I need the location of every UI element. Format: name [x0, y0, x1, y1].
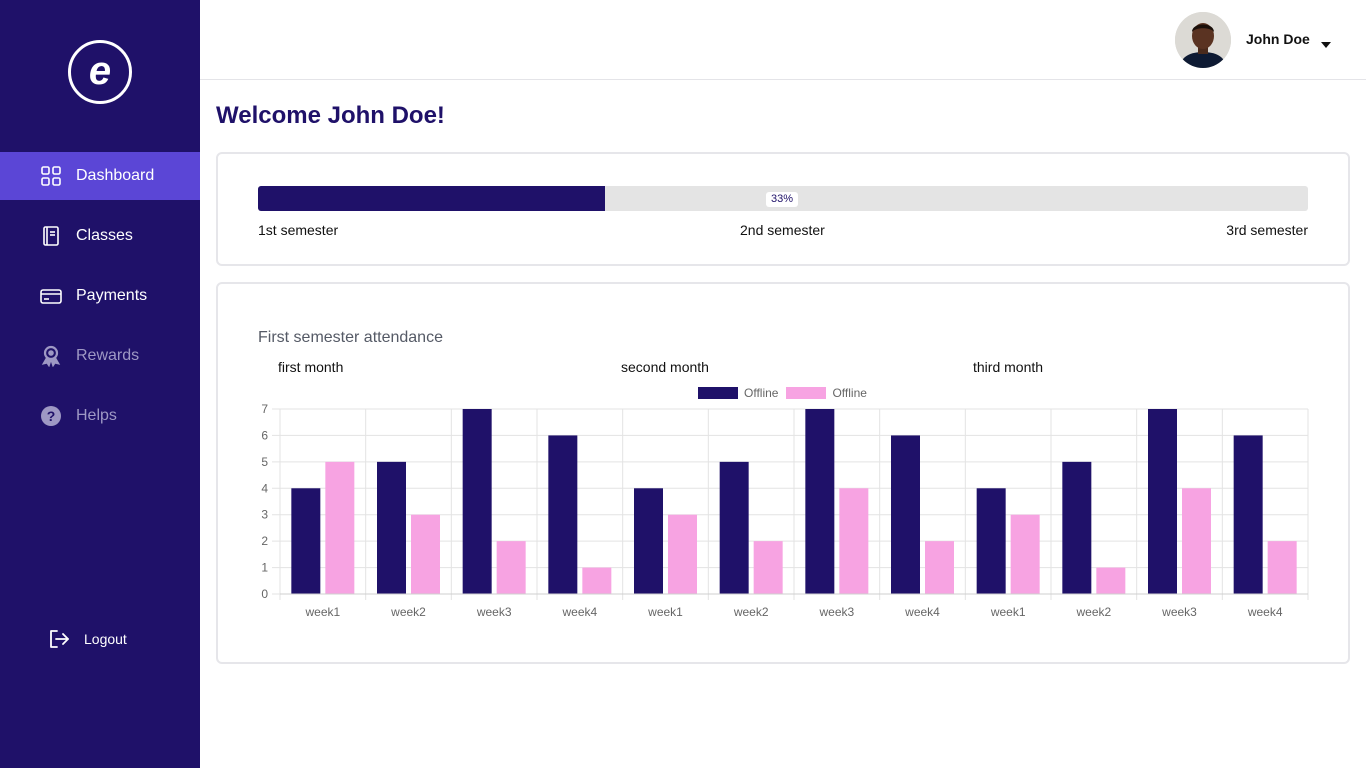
- semester-label-2: 2nd semester: [740, 222, 825, 238]
- logout-label: Logout: [84, 631, 127, 647]
- x-tick-label: week2: [1075, 605, 1111, 619]
- bar-series-2: [1267, 541, 1297, 594]
- sidebar-nav: Dashboard Classes Payments Rewards ? Hel…: [0, 152, 200, 452]
- sidebar-item-dashboard[interactable]: Dashboard: [0, 152, 200, 200]
- sidebar-item-payments[interactable]: Payments: [0, 272, 200, 320]
- y-tick-label: 0: [261, 587, 268, 601]
- sidebar: e Dashboard Classes Payments Rewards ? H…: [0, 0, 200, 768]
- bar-series-1: [976, 488, 1006, 594]
- bar-series-2: [1010, 514, 1040, 594]
- sidebar-item-classes[interactable]: Classes: [0, 212, 200, 260]
- y-tick-label: 4: [261, 481, 268, 495]
- help-icon: ?: [40, 405, 62, 427]
- y-tick-label: 7: [261, 402, 268, 416]
- logo-letter: e: [88, 49, 112, 93]
- bar-series-1: [1062, 461, 1092, 594]
- y-tick-label: 5: [261, 455, 268, 469]
- logout-button[interactable]: Logout: [48, 628, 127, 650]
- logout-icon: [48, 628, 70, 650]
- bar-series-1: [377, 461, 406, 594]
- avatar[interactable]: [1175, 12, 1231, 68]
- x-tick-label: week3: [818, 605, 854, 619]
- y-tick-label: 1: [261, 561, 268, 575]
- bar-series-1: [548, 435, 578, 594]
- bar-series-1: [462, 409, 492, 594]
- bar-series-1: [719, 461, 749, 594]
- bar-series-2: [1182, 488, 1211, 594]
- sidebar-item-label: Rewards: [76, 347, 140, 364]
- y-tick-label: 2: [261, 534, 268, 548]
- card-icon: [40, 285, 62, 307]
- bar-series-2: [496, 541, 526, 594]
- bar-series-1: [891, 435, 920, 594]
- sidebar-item-label: Classes: [76, 227, 133, 244]
- x-tick-label: week4: [561, 605, 597, 619]
- attendance-bar-chart: 0 1 2 3 4 5 6 7 week1 week2 week3 week4 week1 week2 we…: [261, 402, 1309, 619]
- x-tick-label: week3: [1161, 605, 1197, 619]
- bar-series-2: [925, 541, 954, 594]
- semester-label-3: 3rd semester: [1226, 222, 1308, 238]
- page-title: Welcome John Doe!: [216, 102, 445, 129]
- bar-series-1: [634, 488, 663, 594]
- bar-series-1: [1148, 409, 1177, 594]
- x-tick-label: week1: [647, 605, 683, 619]
- app-logo[interactable]: e: [68, 40, 132, 104]
- bar-series-2: [325, 461, 355, 594]
- x-tick-label: week1: [990, 605, 1026, 619]
- x-tick-label: week2: [733, 605, 769, 619]
- sidebar-item-label: Payments: [76, 287, 148, 304]
- x-tick-label: week3: [476, 605, 512, 619]
- app-root: e Dashboard Classes Payments Rewards ? H…: [0, 0, 1366, 768]
- sidebar-item-rewards[interactable]: Rewards: [0, 332, 200, 380]
- x-tick-label: week1: [304, 605, 340, 619]
- sidebar-item-helps[interactable]: ? Helps: [0, 392, 200, 440]
- bar-series-2: [839, 488, 869, 594]
- semester-label-1: 1st semester: [258, 222, 339, 238]
- svg-text:?: ?: [47, 408, 56, 424]
- y-tick-label: 6: [261, 428, 268, 442]
- semester-progress-card: 33% 1st semester 2nd semester 3rd semest…: [216, 152, 1350, 266]
- bar-series-2: [582, 567, 612, 594]
- x-tick-label: week4: [1247, 605, 1283, 619]
- bar-series-2: [411, 514, 440, 594]
- award-icon: [40, 345, 62, 367]
- attendance-chart-card: First semester attendance first month se…: [216, 282, 1350, 664]
- bar-series-1: [1233, 435, 1263, 594]
- sidebar-item-label: Helps: [76, 407, 117, 424]
- progress-fill: [258, 186, 605, 211]
- book-icon: [40, 225, 62, 247]
- chevron-down-icon[interactable]: [1320, 36, 1332, 48]
- bar-series-2: [668, 514, 697, 594]
- grid-icon: [40, 165, 62, 187]
- x-tick-label: week2: [390, 605, 426, 619]
- bar-series-1: [805, 409, 835, 594]
- bar-series-2: [753, 541, 783, 594]
- bar-series-1: [291, 488, 321, 594]
- user-name[interactable]: John Doe: [1246, 31, 1310, 47]
- bar-series-2: [1096, 567, 1126, 594]
- top-header: John Doe: [200, 0, 1366, 80]
- sidebar-item-label: Dashboard: [76, 167, 155, 184]
- y-tick-label: 3: [261, 508, 268, 522]
- progress-percent-label: 33%: [766, 192, 799, 207]
- x-tick-label: week4: [904, 605, 940, 619]
